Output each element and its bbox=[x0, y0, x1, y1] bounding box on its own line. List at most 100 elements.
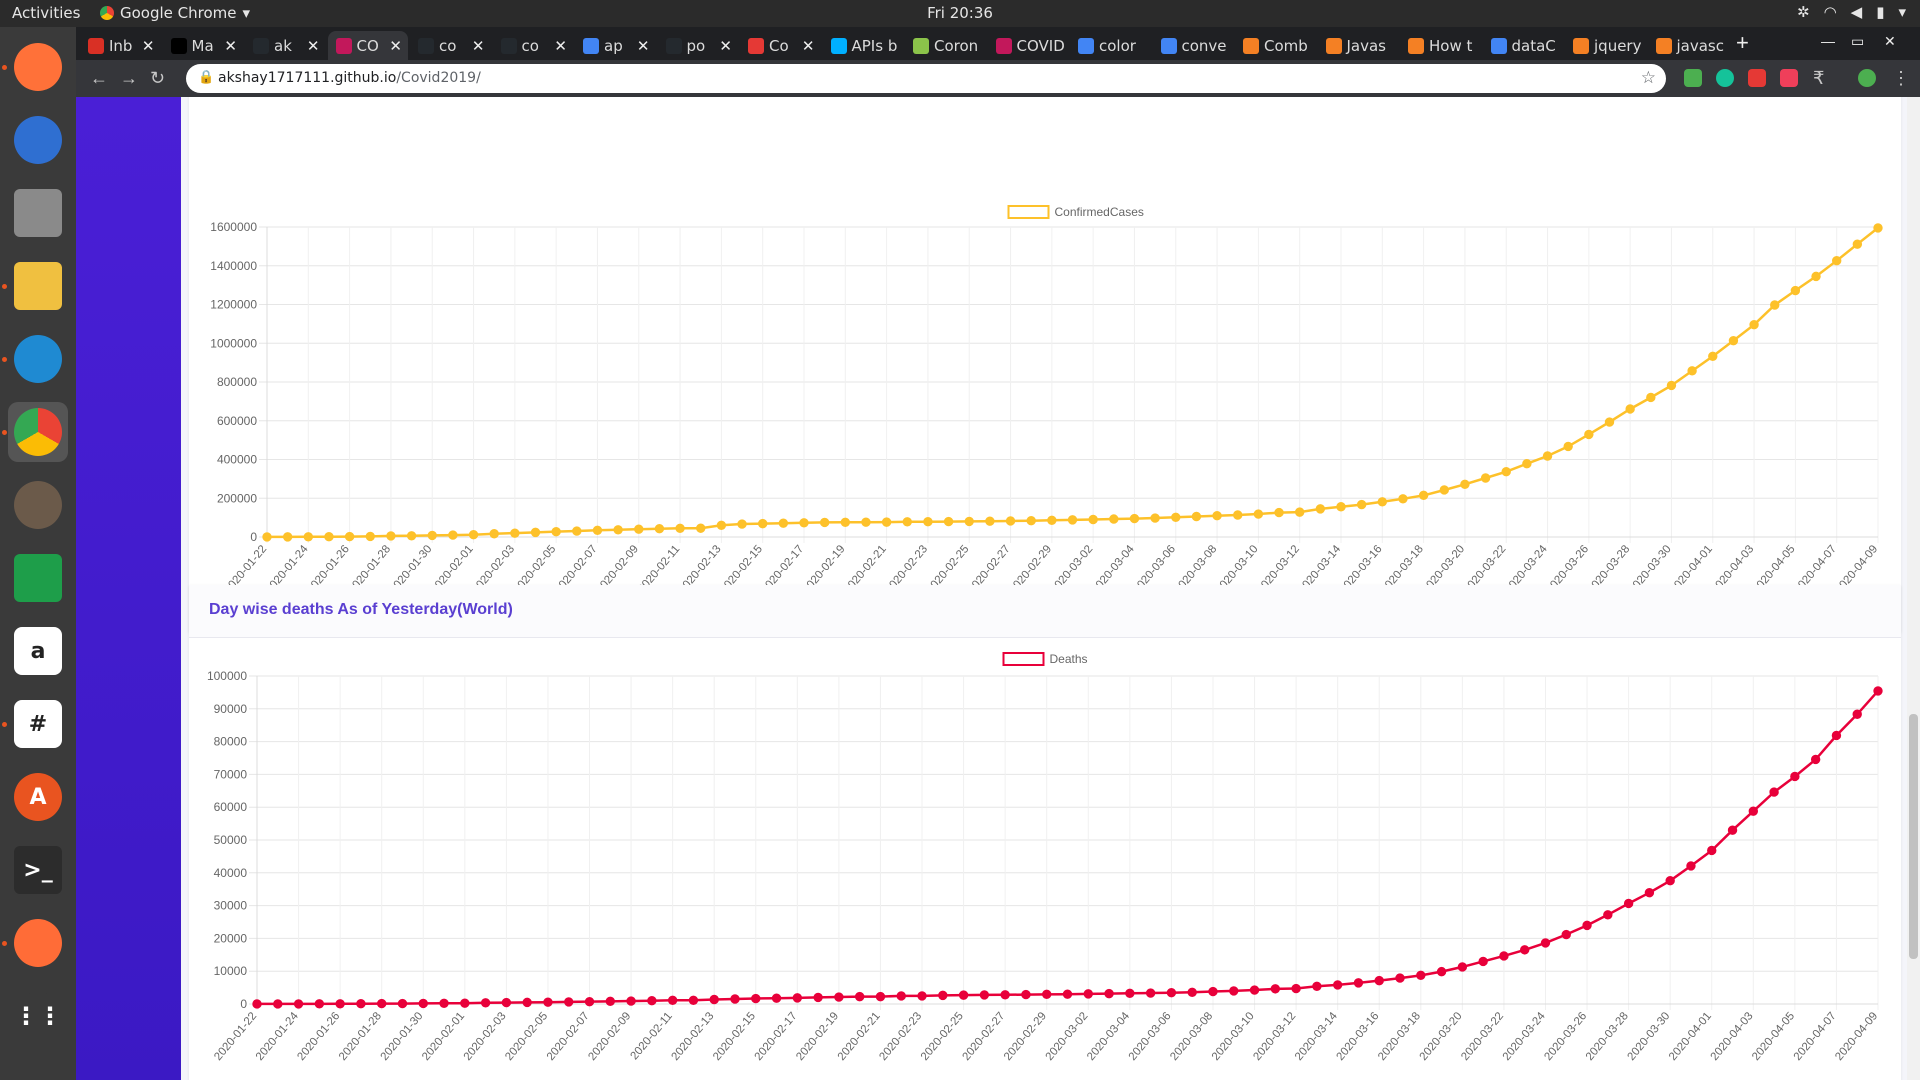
browser-tab[interactable]: javasc bbox=[1648, 31, 1729, 60]
scrollbar-thumb[interactable] bbox=[1909, 714, 1918, 959]
tab-label: Ma bbox=[191, 36, 214, 55]
browser-tab[interactable]: co ✕ bbox=[493, 31, 574, 60]
tab-close-icon[interactable]: ✕ bbox=[554, 37, 573, 55]
wifi-icon[interactable]: ◠ bbox=[1824, 3, 1837, 21]
dock-spreadsheet[interactable] bbox=[8, 548, 68, 608]
browser-tab[interactable]: co ✕ bbox=[410, 31, 491, 60]
maximize-icon[interactable]: ▭ bbox=[1851, 33, 1864, 50]
data-point bbox=[1233, 510, 1243, 520]
data-point bbox=[875, 991, 886, 1002]
tab-close-icon[interactable]: ✕ bbox=[307, 37, 326, 55]
tab-close-icon[interactable]: ✕ bbox=[389, 37, 408, 55]
tab-close-icon[interactable]: ✕ bbox=[637, 37, 656, 55]
dock-chrome[interactable] bbox=[8, 402, 68, 462]
browser-tab[interactable]: Coron bbox=[905, 31, 986, 60]
browser-tab[interactable]: ak ✕ bbox=[245, 31, 326, 60]
lock-icon[interactable]: 🔒 bbox=[198, 70, 214, 85]
data-point bbox=[1561, 929, 1571, 940]
data-point bbox=[522, 997, 532, 1008]
data-point bbox=[427, 530, 437, 541]
data-point bbox=[840, 517, 851, 528]
tab-close-icon[interactable]: ✕ bbox=[142, 37, 161, 55]
more-menu-icon[interactable]: ⋮ bbox=[1892, 68, 1910, 89]
browser-tab[interactable]: CO ✕ bbox=[327, 31, 408, 60]
forward-arrow-icon[interactable]: → bbox=[120, 68, 138, 89]
data-point bbox=[1026, 516, 1036, 526]
tab-close-icon[interactable]: ✕ bbox=[224, 37, 243, 55]
data-point bbox=[510, 528, 520, 538]
browser-tab[interactable]: jquery bbox=[1565, 31, 1646, 60]
chevron-down-icon[interactable]: ▾ bbox=[1898, 3, 1906, 21]
back-arrow-icon[interactable]: ← bbox=[90, 68, 108, 89]
tab-close-icon[interactable]: ✕ bbox=[472, 37, 491, 55]
data-point bbox=[1708, 351, 1718, 362]
x-tick-label: 2020-03-08 bbox=[1168, 1010, 1215, 1063]
x-tick-label: 2020-04-05 bbox=[1750, 1010, 1797, 1063]
browser-tab[interactable]: Co ✕ bbox=[740, 31, 821, 60]
browser-tab[interactable]: Comb bbox=[1235, 31, 1316, 60]
data-point bbox=[262, 532, 272, 542]
page-scrollbar[interactable] bbox=[1907, 97, 1920, 1080]
dock-postman[interactable] bbox=[8, 913, 68, 973]
extension-icon[interactable] bbox=[1684, 69, 1702, 87]
grammarly-icon[interactable] bbox=[1716, 69, 1734, 87]
browser-tab[interactable]: ap ✕ bbox=[575, 31, 656, 60]
volume-icon[interactable]: ◀ bbox=[1851, 3, 1863, 21]
battery-icon[interactable]: ▮ bbox=[1876, 3, 1884, 21]
browser-tab[interactable]: Ma ✕ bbox=[163, 31, 244, 60]
data-point bbox=[356, 999, 366, 1009]
minimize-icon[interactable]: — bbox=[1821, 33, 1835, 49]
data-point bbox=[1728, 335, 1739, 346]
browser-tab[interactable]: Inb ✕ bbox=[80, 31, 161, 60]
bookmark-star-icon[interactable]: ☆ bbox=[1641, 68, 1656, 88]
x-tick-label: 2020-02-13 bbox=[669, 1010, 716, 1063]
browser-tab[interactable]: dataC bbox=[1483, 31, 1564, 60]
data-point bbox=[1253, 509, 1264, 519]
extension-icon[interactable] bbox=[1748, 69, 1766, 87]
dock-app-grid[interactable]: ⋮⋮ bbox=[8, 986, 68, 1046]
data-point bbox=[1042, 989, 1052, 1000]
dock-thunderbird[interactable] bbox=[8, 110, 68, 170]
data-point bbox=[1873, 686, 1883, 696]
browser-tab[interactable]: po ✕ bbox=[658, 31, 739, 60]
slack-tray-icon[interactable]: ✲ bbox=[1797, 3, 1810, 21]
dock-files[interactable] bbox=[8, 183, 68, 243]
data-point bbox=[1356, 499, 1367, 510]
confirmed-cases-chart: ConfirmedCases 0 200000 400000 600000 800000 1… bbox=[210, 205, 1883, 596]
address-bar[interactable]: 🔒 akshay1717111.github.io/Covid2019/ ☆ bbox=[186, 64, 1666, 93]
tab-favicon-icon bbox=[1490, 37, 1507, 54]
dock-text-editor[interactable] bbox=[8, 256, 68, 316]
browser-tab[interactable]: conve bbox=[1153, 31, 1234, 60]
data-point bbox=[1582, 920, 1592, 931]
browser-tab[interactable]: How t bbox=[1400, 31, 1481, 60]
dock-firefox[interactable] bbox=[8, 37, 68, 97]
system-tray[interactable]: ✲ ◠ ◀ ▮ ▾ bbox=[1797, 3, 1906, 21]
dock-gimp[interactable] bbox=[8, 475, 68, 535]
new-tab-button[interactable]: + bbox=[1736, 30, 1749, 56]
tab-close-icon[interactable]: ✕ bbox=[719, 37, 738, 55]
tab-close-icon[interactable]: ✕ bbox=[802, 37, 821, 55]
close-window-icon[interactable]: ✕ bbox=[1884, 33, 1896, 50]
dock-slack[interactable]: # bbox=[8, 694, 68, 754]
dock-terminal[interactable]: >_ bbox=[8, 840, 68, 900]
pocket-icon[interactable] bbox=[1780, 69, 1798, 87]
data-point bbox=[1166, 987, 1177, 998]
data-point bbox=[813, 992, 823, 1003]
browser-tab[interactable]: COVID bbox=[988, 31, 1069, 60]
browser-tab[interactable]: APIs b bbox=[823, 31, 904, 60]
dock-amazon[interactable]: a bbox=[8, 621, 68, 681]
deaths-chart: Deaths 0 10000 20000 30000 40000 50000 60000 700… bbox=[207, 652, 1883, 1063]
browser-tab[interactable]: color bbox=[1070, 31, 1151, 60]
data-point bbox=[1416, 970, 1426, 981]
clock[interactable]: Fri 20:36 bbox=[0, 4, 1920, 22]
dock-vscode[interactable] bbox=[8, 329, 68, 389]
rupee-icon[interactable]: ₹ bbox=[1813, 68, 1824, 89]
data-point bbox=[896, 991, 906, 1001]
tab-label: co bbox=[439, 36, 457, 55]
browser-tab[interactable]: Javas bbox=[1318, 31, 1399, 60]
data-point bbox=[1810, 754, 1821, 765]
avatar[interactable] bbox=[1858, 69, 1876, 87]
url-text: akshay1717111.github.io/Covid2019/ bbox=[218, 70, 481, 86]
reload-icon[interactable]: ↻ bbox=[150, 68, 165, 89]
dock-software[interactable]: A bbox=[8, 767, 68, 827]
